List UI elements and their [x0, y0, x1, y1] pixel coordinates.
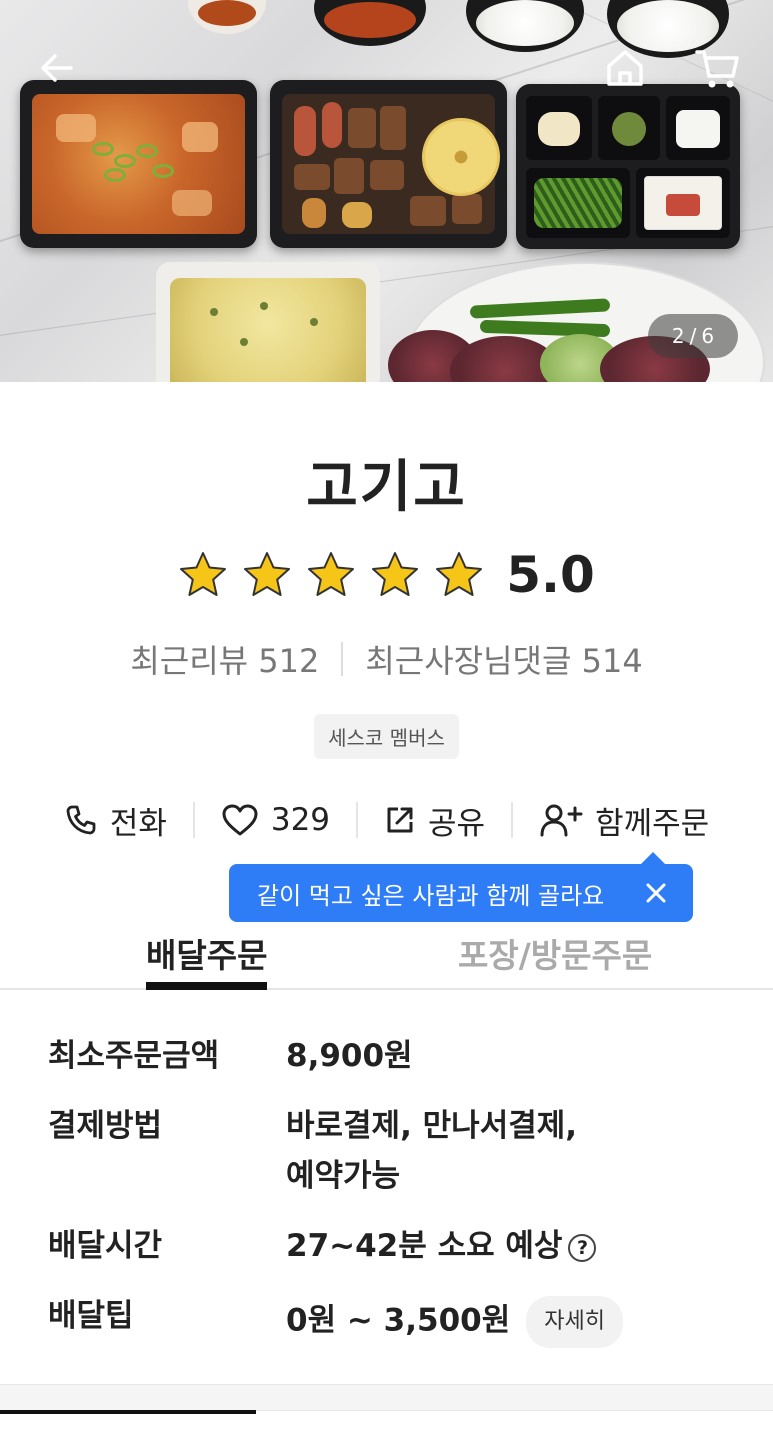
delivery-time-value: 27~42분 소요 예상 — [286, 1228, 563, 1264]
star-icon — [180, 552, 227, 596]
home-button[interactable] — [600, 43, 650, 93]
divider — [192, 802, 195, 838]
delivery-tip-value-wrap: 0원 ~ 3,500원 자세히 — [286, 1296, 748, 1366]
tab-delivery-order[interactable]: 배달주문 — [146, 918, 268, 990]
share-label: 공유 — [428, 805, 486, 842]
delivery-info: 최소주문금액 8,900원 결제방법 바로결제, 만나서결제, 예약가능 배달시… — [48, 1036, 748, 1366]
min-order-value: 8,900원 — [286, 1038, 413, 1074]
help-icon[interactable]: ? — [568, 1233, 597, 1262]
store-badge: 세스코 멤버스 — [314, 714, 459, 759]
close-icon[interactable] — [641, 878, 671, 908]
image-total: 6 — [701, 324, 715, 348]
owner-replies-count: 514 — [581, 642, 643, 680]
tooltip-text: 같이 먹고 싶은 사람과 함께 골라요 — [257, 881, 605, 910]
cart-button[interactable] — [692, 43, 742, 93]
badge-row: 세스코 멤버스 — [0, 714, 773, 759]
owner-replies-label: 최근사장님댓글 — [365, 642, 572, 680]
store-actions: 전화 329 공유 함께주문 — [0, 790, 773, 850]
order-type-tabs: 배달주문 포장/방문주문 — [0, 918, 773, 990]
rating-value: 5.0 — [506, 546, 595, 604]
image-index: 2 — [671, 324, 685, 348]
image-counter: 2 / 6 — [648, 314, 738, 358]
side-dish-tray — [516, 84, 740, 249]
image-counter-sep: / — [689, 324, 697, 348]
review-summary: 최근리뷰 512 최근사장님댓글 514 — [0, 636, 773, 682]
rating-row[interactable]: 5.0 — [0, 540, 773, 610]
back-arrow-icon — [41, 54, 73, 82]
rice-bowl — [466, 0, 584, 52]
like-count: 329 — [270, 802, 331, 838]
home-icon — [607, 50, 643, 86]
store-name: 고기고 — [306, 455, 467, 520]
star-icon — [372, 552, 419, 596]
divider — [341, 642, 344, 676]
phone-icon — [66, 805, 96, 835]
section-divider — [0, 1384, 773, 1410]
gratin-dish — [156, 262, 380, 382]
recent-reviews-count: 512 — [258, 642, 320, 680]
payment-row: 결제방법 바로결제, 만나서결제, 예약가능 — [48, 1106, 748, 1226]
divider — [356, 802, 359, 838]
tab-label: 배달주문 — [146, 936, 268, 975]
payment-value: 바로결제, 만나서결제, 예약가능 — [286, 1101, 748, 1226]
sauce-bowl — [188, 0, 266, 34]
owner-replies-link[interactable]: 최근사장님댓글 514 — [365, 636, 642, 682]
stew-tray — [20, 80, 257, 248]
tab-label: 포장/방문주문 — [458, 936, 653, 975]
payment-methods: 바로결제, 만나서결제, — [286, 1108, 578, 1144]
menu-tab-indicator — [0, 1410, 256, 1414]
recent-reviews-link[interactable]: 최근리뷰 512 — [130, 636, 319, 682]
like-button[interactable]: 329 — [221, 802, 330, 838]
divider — [511, 802, 514, 838]
info-label: 최소주문금액 — [48, 1038, 220, 1074]
back-button[interactable] — [32, 43, 82, 93]
delivery-tip-row: 배달팁 0원 ~ 3,500원 자세히 — [48, 1296, 748, 1366]
share-icon — [387, 807, 413, 833]
call-button[interactable]: 전화 — [64, 798, 167, 843]
delivery-tip-value: 0원 ~ 3,500원 — [286, 1302, 511, 1339]
info-label: 배달팁 — [48, 1298, 134, 1334]
delivery-time-value-wrap: 27~42분 소요 예상? — [286, 1226, 748, 1296]
group-order-button[interactable]: 함께주문 — [539, 798, 709, 843]
group-order-label: 함께주문 — [595, 805, 710, 842]
payment-reservation: 예약가능 — [286, 1158, 401, 1194]
menu-tab-border — [256, 1410, 773, 1411]
active-tab-indicator — [146, 982, 268, 990]
star-icon — [244, 552, 291, 596]
delivery-time-row: 배달시간 27~42분 소요 예상? — [48, 1226, 748, 1296]
heart-icon — [222, 804, 258, 836]
tip-detail-button[interactable]: 자세히 — [526, 1296, 623, 1348]
star-icon — [308, 552, 355, 596]
grilled-meat-tray — [270, 80, 507, 248]
star-icon — [436, 552, 483, 596]
group-order-tooltip: 같이 먹고 싶은 사람과 함께 골라요 — [229, 852, 693, 922]
call-label: 전화 — [109, 805, 167, 842]
min-order-row: 최소주문금액 8,900원 — [48, 1036, 748, 1106]
add-person-icon — [540, 804, 583, 837]
share-button[interactable]: 공유 — [384, 798, 485, 843]
kimchi-bowl — [314, 0, 426, 46]
store-hero-image[interactable]: 2 / 6 — [0, 0, 773, 382]
info-label: 배달시간 — [48, 1228, 163, 1264]
tab-pickup-order[interactable]: 포장/방문주문 — [458, 918, 652, 988]
cart-icon — [695, 50, 739, 88]
info-label: 결제방법 — [48, 1108, 163, 1144]
recent-reviews-label: 최근리뷰 — [130, 642, 249, 680]
